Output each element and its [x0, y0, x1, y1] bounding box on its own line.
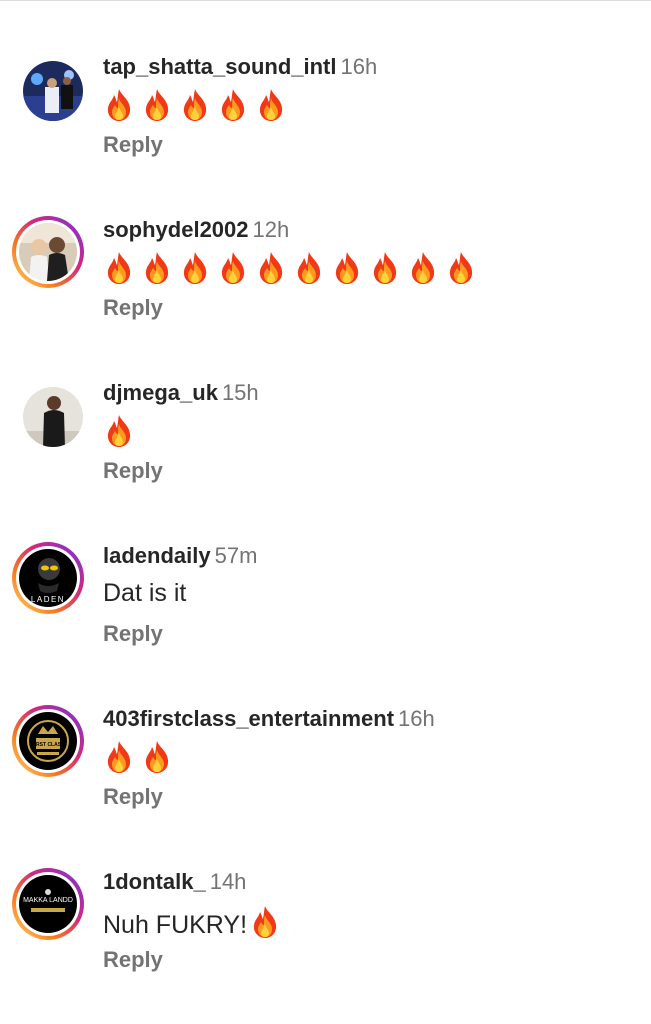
comment-emojis: [103, 740, 179, 776]
top-divider: [0, 0, 651, 1]
comment-text: Dat is it: [103, 579, 187, 607]
avatar-logo-text: FIRST CLASS: [32, 742, 65, 748]
fire-emoji: [255, 251, 287, 285]
fire-emoji: [217, 88, 249, 122]
fire-emoji: [141, 251, 173, 285]
fire-emoji: [141, 88, 173, 122]
fire-emoji: [249, 905, 281, 939]
comment-emojis: [103, 251, 483, 287]
avatar[interactable]: [12, 376, 84, 448]
fire-emoji: [103, 414, 135, 448]
fire-emoji: [217, 251, 249, 285]
comment-username[interactable]: tap_shatta_sound_intl: [103, 54, 336, 79]
reply-button[interactable]: Reply: [103, 458, 163, 484]
reply-button[interactable]: Reply: [103, 784, 163, 810]
fire-emoji: [331, 251, 363, 285]
comment-username[interactable]: sophydel2002: [103, 217, 249, 242]
fire-emoji: [407, 251, 439, 285]
avatar[interactable]: LADEN: [12, 542, 84, 614]
reply-button[interactable]: Reply: [103, 295, 163, 321]
comment-time: 57m: [214, 543, 258, 568]
avatar[interactable]: [12, 216, 84, 288]
fire-emoji: [103, 88, 135, 122]
fire-emoji: [255, 88, 287, 122]
fire-emoji: [179, 88, 211, 122]
comment-time: 15h: [221, 380, 259, 405]
fire-emoji: [141, 740, 173, 774]
comment-emojis: [103, 88, 293, 124]
avatar[interactable]: FIRST CLASS: [12, 705, 84, 777]
comment-time: 16h: [340, 54, 378, 79]
fire-emoji: [179, 251, 211, 285]
avatar[interactable]: [12, 50, 84, 122]
comment-username[interactable]: djmega_uk: [103, 380, 218, 405]
comment-item: FIRST CLASS 403firstclass_entertainment 1…: [0, 702, 651, 842]
comment-username[interactable]: 1dontalk_: [103, 869, 206, 894]
fire-emoji: [369, 251, 401, 285]
avatar-logo-text: LADEN: [31, 595, 65, 604]
reply-button[interactable]: Reply: [103, 132, 163, 158]
fire-emoji: [103, 740, 135, 774]
comment-text: Nuh FUKRY!: [103, 905, 281, 940]
comment-time: 16h: [398, 706, 435, 731]
avatar[interactable]: MAKKA LANDD: [12, 868, 84, 940]
fire-emoji: [445, 251, 477, 285]
reply-button[interactable]: Reply: [103, 621, 163, 647]
comment-username[interactable]: ladendaily: [103, 543, 211, 568]
reply-button[interactable]: Reply: [103, 947, 163, 973]
avatar-logo-text: MAKKA LANDD: [23, 897, 73, 904]
comment-time: 12h: [252, 217, 290, 242]
comment-item: LADEN ladendaily 57m Dat is it Reply: [0, 539, 651, 679]
fire-emoji: [293, 251, 325, 285]
comment-username[interactable]: 403firstclass_entertainment: [103, 706, 394, 731]
comment-emojis: [103, 414, 141, 450]
comment-time: 14h: [209, 869, 247, 894]
comment-item: sophydel2002 12h Reply: [0, 213, 651, 353]
comment-item: MAKKA LANDD 1dontalk_ 14h Nuh FUKRY! Repl…: [0, 865, 651, 1005]
comment-item: djmega_uk 15h Reply: [0, 376, 651, 516]
comment-text-content: Nuh FUKRY!: [103, 911, 248, 939]
fire-emoji: [103, 251, 135, 285]
comment-item: tap_shatta_sound_intl 16h Reply: [0, 50, 651, 190]
